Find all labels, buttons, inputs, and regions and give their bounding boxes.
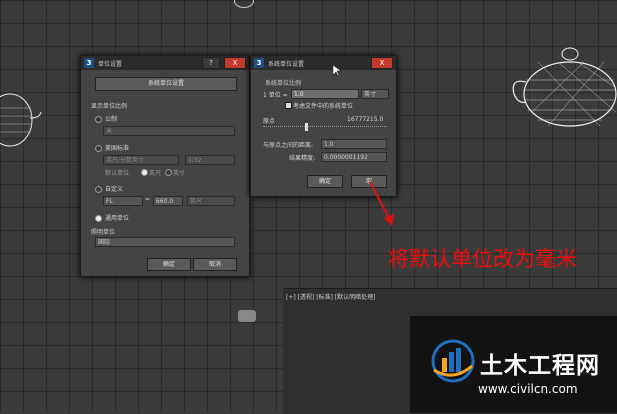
watermark-url: www.civilcn.com xyxy=(478,382,578,396)
precision-label: 结果精度: xyxy=(289,155,316,162)
close-button[interactable]: X xyxy=(371,57,393,69)
unit-type-select[interactable]: 英寸 xyxy=(361,89,389,99)
custom-radio[interactable] xyxy=(95,186,102,193)
3dsmax-app-icon: 3 xyxy=(254,58,264,68)
us-unit-select[interactable]: 英尺/分数英寸 xyxy=(103,155,179,165)
teapot-right[interactable] xyxy=(508,42,617,132)
us-standard-radio[interactable] xyxy=(95,145,102,152)
watermark: 土木工程网 www.civilcn.com xyxy=(410,316,617,413)
civilcn-logo-icon xyxy=(431,339,475,383)
origin-value: 16777215.0 xyxy=(347,116,384,123)
feet-label: 英尺 xyxy=(149,170,162,177)
origin-slider[interactable] xyxy=(263,126,387,131)
metric-radio[interactable] xyxy=(95,116,102,123)
metric-unit-select[interactable]: 米 xyxy=(103,126,235,136)
unit-equals-label: 1 单位 = xyxy=(263,92,288,99)
system-unit-setup-dialog: 3 系统单位设置 X 系统单位比例 1 单位 = 1.0 英寸 考虑文件中的系统… xyxy=(250,55,397,197)
mouse-cursor-icon xyxy=(333,65,341,77)
inch-radio[interactable] xyxy=(165,169,172,176)
generic-units-label: 通用单位 xyxy=(105,215,130,222)
metric-label: 公制 xyxy=(105,116,118,123)
us-fraction-select[interactable]: 1/32 xyxy=(185,155,235,165)
unit-value-field[interactable]: 1.0 xyxy=(291,89,359,99)
generic-units-radio[interactable] xyxy=(95,215,102,222)
custom-name-field[interactable]: FL xyxy=(103,196,143,206)
annotation-text: 将默认单位改为毫米 xyxy=(388,247,577,271)
cancel-button[interactable]: 取消 xyxy=(193,258,237,271)
display-unit-scale-heading: 显示单位比例 xyxy=(91,103,128,110)
ok-button[interactable]: 确定 xyxy=(307,175,343,188)
distance-label: 与原点之间的距离: xyxy=(263,142,314,149)
system-unit-scale-heading: 系统单位比例 xyxy=(265,80,302,87)
dialog-title: 单位设置 xyxy=(98,60,123,68)
inch-label: 英寸 xyxy=(173,170,186,177)
gizmo-icon[interactable] xyxy=(238,310,256,322)
lighting-units-heading: 照明单位 xyxy=(91,229,116,236)
red-arrow-icon xyxy=(369,181,394,226)
origin-label: 原点 xyxy=(263,118,276,125)
ok-button[interactable]: 确定 xyxy=(147,258,191,271)
3dsmax-app-icon: 3 xyxy=(84,58,94,68)
respect-system-units-checkbox[interactable] xyxy=(285,102,292,109)
system-unit-titlebar[interactable]: 3 系统单位设置 X xyxy=(251,56,396,70)
precision-field: 0.0000001192 xyxy=(321,152,387,162)
custom-value-field[interactable]: 660.0 xyxy=(153,196,183,206)
viewport-label[interactable]: [+] [透视] [标准] [默认明暗处理] xyxy=(286,292,375,301)
help-button[interactable]: ? xyxy=(202,57,220,69)
units-setup-dialog: 3 单位设置 ? X 系统单位设置 显示单位比例 公制 米 美国标准 英尺/分数… xyxy=(80,55,250,277)
watermark-name: 土木工程网 xyxy=(480,353,600,379)
dialog-title: 系统单位设置 xyxy=(268,60,305,68)
system-unit-setup-button[interactable]: 系统单位设置 xyxy=(95,77,237,91)
origin-slider-thumb[interactable] xyxy=(305,123,308,131)
teapot-left[interactable] xyxy=(0,88,42,150)
distance-field[interactable]: 1.0 xyxy=(321,139,387,149)
custom-unit-select[interactable]: 英尺 xyxy=(187,196,235,206)
close-button[interactable]: X xyxy=(224,57,246,69)
feet-radio[interactable] xyxy=(141,169,148,176)
us-standard-label: 美国标准 xyxy=(105,145,130,152)
respect-system-units-label: 考虑文件中的系统单位 xyxy=(293,103,354,110)
equals-sign: = xyxy=(145,196,151,203)
lighting-units-select[interactable]: 国际 xyxy=(95,237,235,247)
default-unit-label: 默认单位: xyxy=(105,170,132,177)
custom-label: 自定义 xyxy=(105,186,124,193)
units-setup-titlebar[interactable]: 3 单位设置 ? X xyxy=(81,56,249,70)
